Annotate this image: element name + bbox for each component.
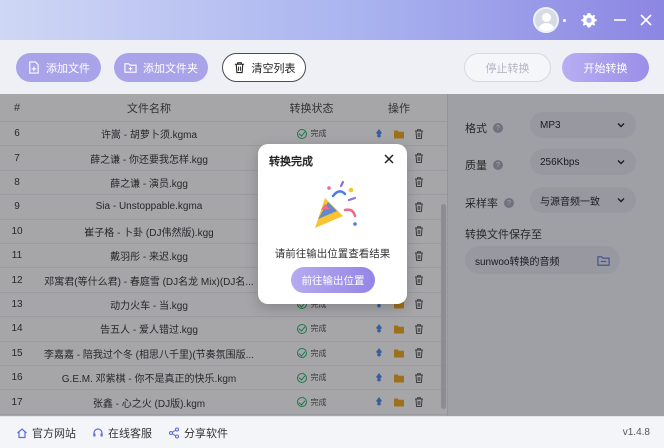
website-link[interactable]: 官方网站 <box>16 425 76 441</box>
dialog-title: 转换完成 <box>269 156 313 168</box>
add-file-button[interactable]: 添加文件 <box>16 53 101 82</box>
start-convert-button[interactable]: 开始转换 <box>562 53 649 82</box>
footer: 官方网站 在线客服 分享软件 v1.4.8 <box>0 416 664 448</box>
gear-icon[interactable] <box>579 10 599 30</box>
trash-icon <box>234 62 244 74</box>
stop-convert-button[interactable]: 停止转换 <box>464 53 551 82</box>
user-avatar[interactable] <box>533 7 559 33</box>
start-convert-label: 开始转换 <box>583 62 628 75</box>
support-link[interactable]: 在线客服 <box>92 425 152 441</box>
share-icon <box>168 426 180 439</box>
minimize-icon[interactable] <box>610 10 630 30</box>
add-folder-icon <box>124 63 137 73</box>
add-file-label: 添加文件 <box>46 62 90 75</box>
conversion-complete-dialog: 转换完成 请前往输出位置查看结果 前往输出位置 <box>258 144 407 304</box>
share-label: 分享软件 <box>184 427 228 440</box>
clear-list-button[interactable]: 清空列表 <box>222 53 306 82</box>
close-icon[interactable] <box>636 10 656 30</box>
share-link[interactable]: 分享软件 <box>168 425 228 441</box>
dialog-message: 请前往输出位置查看结果 <box>274 248 391 260</box>
add-folder-button[interactable]: 添加文件夹 <box>114 53 208 82</box>
version-text: v1.4.8 <box>622 427 650 438</box>
title-bar <box>0 0 664 40</box>
add-file-icon <box>29 61 39 74</box>
party-popper-icon <box>315 180 357 228</box>
website-label: 官方网站 <box>32 427 76 440</box>
close-icon[interactable] <box>382 152 396 166</box>
support-label: 在线客服 <box>108 427 152 440</box>
clear-list-label: 清空列表 <box>251 62 296 75</box>
toolbar: 添加文件 添加文件夹 清空列表 停止转换 开始转换 <box>0 40 664 94</box>
home-icon <box>17 427 27 438</box>
account-dot <box>563 19 566 22</box>
add-folder-label: 添加文件夹 <box>143 62 198 75</box>
headset-icon <box>93 427 103 436</box>
stop-convert-label: 停止转换 <box>485 62 530 75</box>
go-to-output-button[interactable]: 前往输出位置 <box>291 267 375 293</box>
